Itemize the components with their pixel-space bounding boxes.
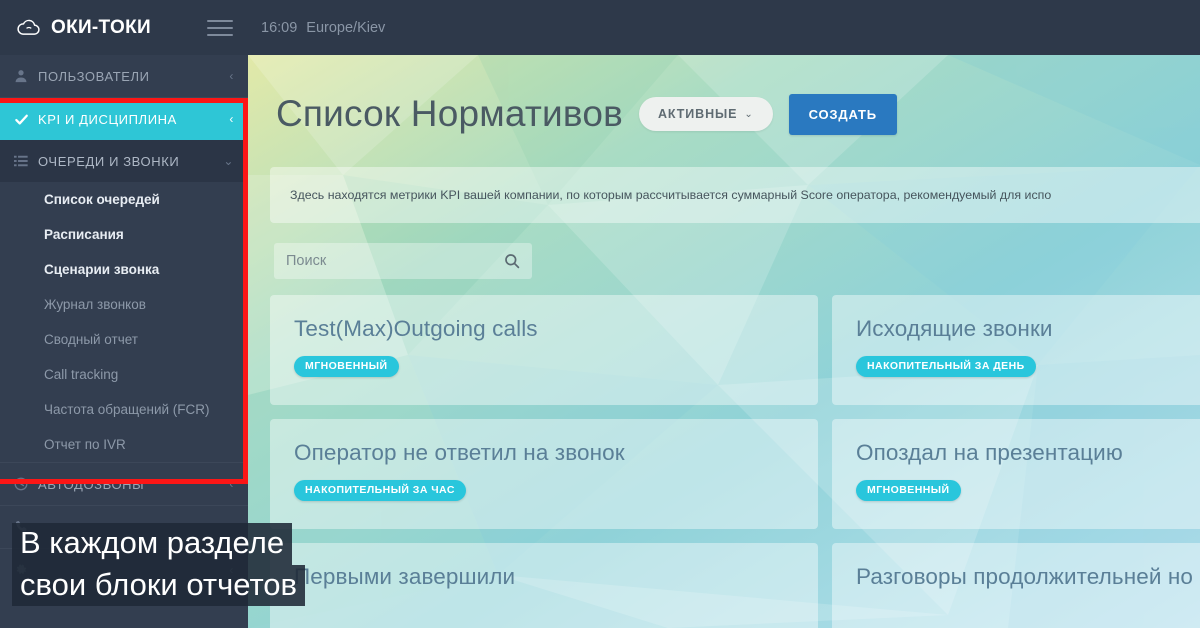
sidebar-subitem-label: Журнал звонков xyxy=(44,297,146,312)
card-badge: МГНОВЕННЫЙ xyxy=(294,356,399,377)
sidebar-subitem-label: Список очередей xyxy=(44,192,160,207)
chevron-left-icon: ‹ xyxy=(229,477,234,491)
normative-card-grid: Test(Max)Outgoing calls МГНОВЕННЫЙ Исход… xyxy=(270,295,1200,628)
sidebar-subitem-label: Call tracking xyxy=(44,367,119,382)
card-badge: НАКОПИТЕЛЬНЫЙ ЗА ЧАС xyxy=(294,480,466,501)
top-bar: ОКИ-ТОКИ 16:09 Europe/Kiev xyxy=(0,0,1200,55)
sidebar-subitem-label: Расписания xyxy=(44,227,124,242)
sidebar-subitem-schedules[interactable]: Расписания xyxy=(0,217,248,252)
normative-card[interactable]: Test(Max)Outgoing calls МГНОВЕННЫЙ xyxy=(270,295,818,405)
sidebar-subitem-label: Сводный отчет xyxy=(44,332,138,347)
clock-display: 16:09 Europe/Kiev xyxy=(261,20,385,36)
card-title: Оператор не ответил на звонок xyxy=(294,440,625,465)
sidebar-subitem-queue-list[interactable]: Список очередей xyxy=(0,182,248,217)
card-title: Первыми завершили xyxy=(294,564,516,589)
sidebar-item-users-label: ПОЛЬЗОВАТЕЛИ xyxy=(38,68,150,84)
sidebar-item-autodial[interactable]: АВТОДОЗВОНЫ ‹ xyxy=(0,463,248,505)
search-box[interactable] xyxy=(274,243,532,279)
sidebar-subitem-call-scenarios[interactable]: Сценарии звонка xyxy=(0,252,248,287)
info-banner: Здесь находятся метрики KPI вашей компан… xyxy=(270,167,1200,223)
sidebar-item-users[interactable]: ПОЛЬЗОВАТЕЛИ ‹ xyxy=(0,55,248,97)
normative-card[interactable]: Оператор не ответил на звонок НАКОПИТЕЛЬ… xyxy=(270,419,818,529)
list-icon xyxy=(14,154,38,168)
sidebar-item-queues-label: ОЧЕРЕДИ И ЗВОНКИ xyxy=(38,153,180,169)
sidebar-item-autodial-label: АВТОДОЗВОНЫ xyxy=(38,476,145,492)
create-button[interactable]: СОЗДАТЬ xyxy=(788,93,897,135)
card-title: Исходящие звонки xyxy=(856,316,1053,341)
card-badge: НАКОПИТЕЛЬНЫЙ ЗА ДЕНЬ xyxy=(856,356,1036,377)
info-banner-text: Здесь находятся метрики KPI вашей компан… xyxy=(290,188,1052,202)
chevron-down-icon: ⌄ xyxy=(744,108,754,120)
chevron-left-icon: ‹ xyxy=(229,112,234,126)
app-screenshot: ОКИ-ТОКИ 16:09 Europe/Kiev ПОЛЬЗОВАТЕЛИ … xyxy=(0,0,1200,628)
status-filter-label: АКТИВНЫЕ xyxy=(657,107,738,121)
annotation-caption-line2: свои блоки отчетов xyxy=(12,564,306,606)
annotation-caption: В каждом разделе свои блоки отчетов xyxy=(12,523,306,606)
search-input[interactable] xyxy=(286,253,504,269)
sidebar-item-kpi[interactable]: KPI И ДИСЦИПЛИНА ‹ xyxy=(0,98,248,140)
current-time: 16:09 xyxy=(261,19,298,36)
timezone-label: Europe/Kiev xyxy=(306,19,386,36)
page-header: Список Нормативов АКТИВНЫЕ ⌄ СОЗДАТЬ xyxy=(248,55,1200,135)
sidebar-subitem-fcr[interactable]: Частота обращений (FCR) xyxy=(0,392,248,427)
clock-icon xyxy=(14,477,38,491)
normative-card[interactable]: Опоздал на презентацию МГНОВЕННЫЙ xyxy=(832,419,1200,529)
normative-card[interactable]: Исходящие звонки НАКОПИТЕЛЬНЫЙ ЗА ДЕНЬ xyxy=(832,295,1200,405)
search-icon[interactable] xyxy=(504,253,520,269)
card-title: Опоздал на презентацию xyxy=(856,440,1123,465)
sidebar-subitem-ivr-report[interactable]: Отчет по IVR xyxy=(0,427,248,462)
sidebar-subitem-summary-report[interactable]: Сводный отчет xyxy=(0,322,248,357)
card-badge: МГНОВЕННЫЙ xyxy=(856,480,961,501)
sidebar-item-kpi-label: KPI И ДИСЦИПЛИНА xyxy=(38,111,177,127)
hamburger-icon[interactable] xyxy=(207,19,233,36)
normative-card[interactable]: Первыми завершили xyxy=(270,543,818,628)
normative-card[interactable]: Разговоры продолжительней но xyxy=(832,543,1200,628)
chevron-left-icon: ‹ xyxy=(229,69,234,83)
page-title: Список Нормативов xyxy=(276,93,623,134)
status-filter-dropdown[interactable]: АКТИВНЫЕ ⌄ xyxy=(638,97,773,131)
card-title: Test(Max)Outgoing calls xyxy=(294,316,538,341)
main-content: Список Нормативов АКТИВНЫЕ ⌄ СОЗДАТЬ Зде… xyxy=(248,55,1200,628)
card-title: Разговоры продолжительней но xyxy=(856,564,1193,589)
sidebar-subitem-label: Частота обращений (FCR) xyxy=(44,402,210,417)
brand-name: ОКИ-ТОКИ xyxy=(51,16,151,38)
sidebar-subitem-call-log[interactable]: Журнал звонков xyxy=(0,287,248,322)
sidebar-subitem-call-tracking[interactable]: Call tracking xyxy=(0,357,248,392)
chevron-down-icon: ⌄ xyxy=(223,154,234,168)
brand-logo[interactable]: ОКИ-ТОКИ xyxy=(0,17,195,39)
check-icon xyxy=(14,112,38,127)
annotation-caption-line1: В каждом разделе xyxy=(12,523,293,565)
sidebar-subitem-label: Отчет по IVR xyxy=(44,437,126,452)
sidebar-subitem-label: Сценарии звонка xyxy=(44,262,160,277)
user-icon xyxy=(14,69,38,83)
cloud-icon xyxy=(16,18,42,38)
sidebar-item-queues[interactable]: ОЧЕРЕДИ И ЗВОНКИ ⌄ xyxy=(0,140,248,182)
